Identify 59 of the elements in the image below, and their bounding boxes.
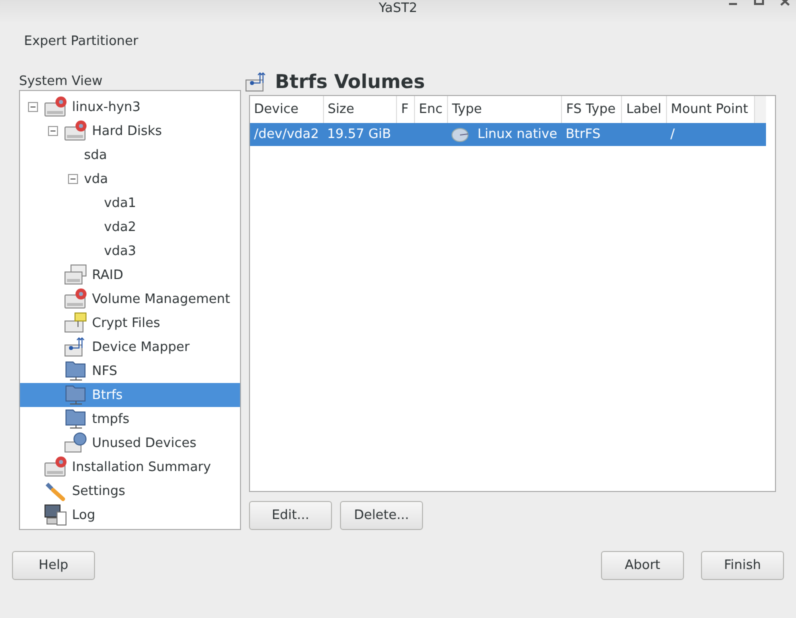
- dialog-button[interactable]: Delete...: [340, 501, 423, 530]
- tree-item[interactable]: tmpfs: [20, 407, 240, 431]
- table-cell: BtrFS: [566, 127, 600, 142]
- tree-item[interactable]: Hard Disks: [20, 119, 240, 143]
- window-title: YaST2: [378, 1, 418, 16]
- table-row[interactable]: /dev/vda2 19.57 GiB Linux native BtrFS /: [250, 123, 766, 146]
- disk-stack-icon: [64, 264, 88, 286]
- column-header[interactable]: Type: [447, 96, 562, 123]
- disk-question-icon: [64, 432, 88, 454]
- tree-item[interactable]: vda1: [20, 191, 240, 215]
- maximize-icon[interactable]: [754, 0, 764, 6]
- collapse-icon[interactable]: [48, 126, 58, 136]
- tree-item[interactable]: linux-hyn3: [20, 95, 240, 119]
- column-header[interactable]: F: [396, 96, 414, 123]
- tree-item[interactable]: vda3: [20, 239, 240, 263]
- column-header[interactable]: FS Type: [562, 96, 622, 123]
- collapse-icon[interactable]: [28, 102, 38, 112]
- table-cell: /: [670, 127, 675, 142]
- tree-item[interactable]: NFS: [20, 359, 240, 383]
- dialog-button[interactable]: Help: [12, 551, 95, 580]
- disk-platter-icon: [451, 128, 470, 142]
- column-header[interactable]: Size: [323, 96, 397, 123]
- tree-item[interactable]: Log: [20, 503, 240, 527]
- dialog-heading: Expert Partitioner: [24, 34, 138, 49]
- disk-key-icon: [64, 312, 88, 334]
- panel-title: Btrfs Volumes: [275, 71, 425, 93]
- tree-item[interactable]: Settings: [20, 479, 240, 503]
- hard-disk-icon: [64, 288, 88, 310]
- column-header[interactable]: Device: [250, 96, 324, 123]
- dialog-button[interactable]: Edit...: [249, 501, 332, 530]
- tree-item[interactable]: vda: [20, 167, 240, 191]
- tree-item[interactable]: Volume Management: [20, 287, 240, 311]
- tree-item[interactable]: Unused Devices: [20, 431, 240, 455]
- tree-item[interactable]: Installation Summary: [20, 455, 240, 479]
- hard-disk-icon: [44, 96, 68, 118]
- hard-disk-icon: [44, 456, 68, 478]
- network-folder-icon: [64, 384, 88, 406]
- tree-item[interactable]: Device Mapper: [20, 335, 240, 359]
- hard-disk-icon: [64, 120, 88, 142]
- close-icon[interactable]: [780, 0, 790, 6]
- tree-item[interactable]: sda: [20, 143, 240, 167]
- column-header[interactable]: Label: [622, 96, 666, 123]
- dialog-button[interactable]: Abort: [601, 551, 684, 580]
- table-cell: Linux native: [451, 127, 558, 142]
- minimize-icon[interactable]: [728, 0, 738, 6]
- tree-label: System View: [19, 73, 104, 91]
- tree-item[interactable]: RAID: [20, 263, 240, 287]
- collapse-icon[interactable]: [68, 174, 78, 184]
- tree-item[interactable]: Crypt Files: [20, 311, 240, 335]
- tree-item[interactable]: vda2: [20, 215, 240, 239]
- computer-document-icon: [44, 504, 68, 526]
- wrench-icon: [44, 480, 68, 502]
- table-cell: /dev/vda2: [254, 127, 319, 142]
- table-cell: 19.57 GiB: [327, 127, 392, 142]
- network-folder-icon: [64, 360, 88, 382]
- column-header[interactable]: Enc: [414, 96, 448, 123]
- network-folder-icon: [64, 408, 88, 430]
- column-header[interactable]: Mount Point: [666, 96, 755, 123]
- dialog-button[interactable]: Finish: [701, 551, 784, 580]
